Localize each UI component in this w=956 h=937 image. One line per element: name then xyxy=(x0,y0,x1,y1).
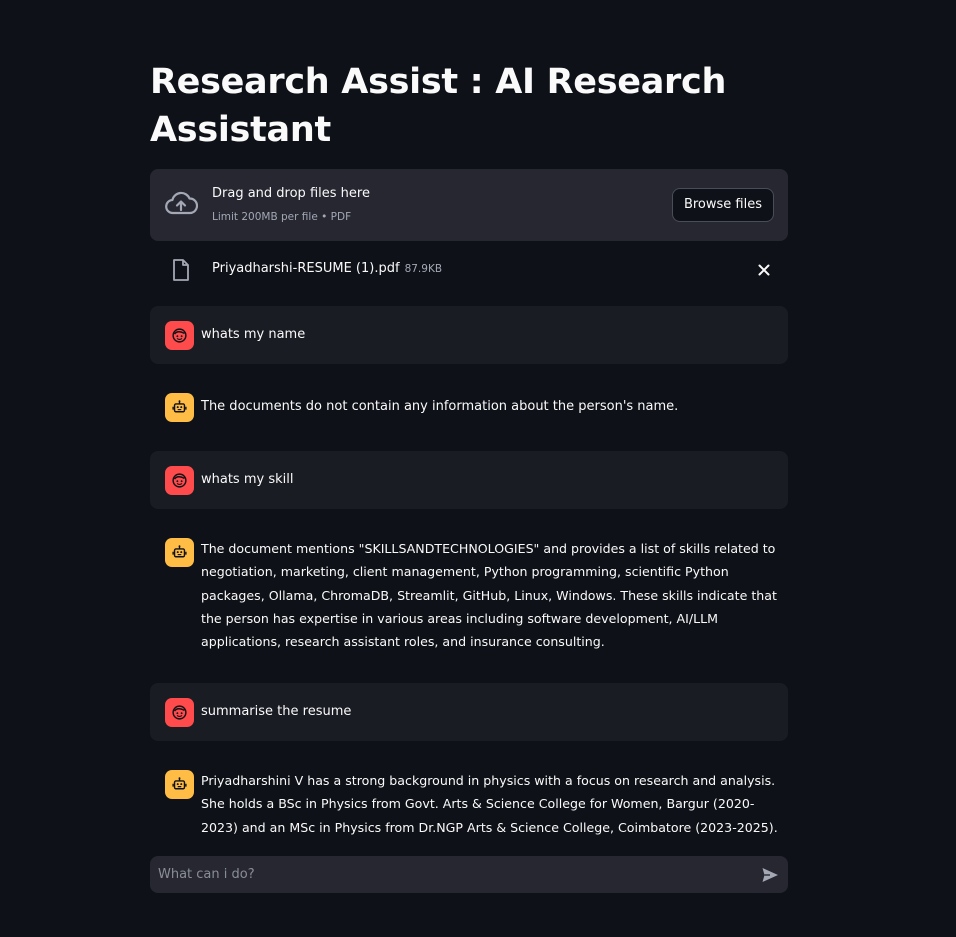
close-icon[interactable] xyxy=(754,260,774,280)
user-avatar-icon xyxy=(165,698,194,727)
app-root: Research Assist : AI Research Assistant … xyxy=(0,0,956,937)
dropzone-instructions: Drag and drop files here xyxy=(212,186,370,201)
file-icon xyxy=(170,258,192,282)
message-text: Priyadharshini V has a strong background… xyxy=(201,773,778,835)
message-text: The documents do not contain any informa… xyxy=(201,399,679,414)
user-avatar-icon xyxy=(165,321,194,350)
send-icon[interactable] xyxy=(760,865,780,885)
robot-avatar-icon xyxy=(165,393,194,422)
message-text: summarise the resume xyxy=(201,704,352,719)
message-text: The document mentions "SKILLSANDTECHNOLO… xyxy=(201,541,777,650)
chat-input-bar xyxy=(150,856,788,893)
dropzone-limit-text: Limit 200MB per file • PDF xyxy=(212,211,352,223)
chat-message-user: whats my name xyxy=(150,306,788,364)
uploaded-file-row: Priyadharshi-RESUME (1).pdf 87.9KB xyxy=(150,250,788,290)
chat-message-assistant: Priyadharshini V has a strong background… xyxy=(150,755,788,841)
message-text: whats my skill xyxy=(201,472,294,487)
file-size: 87.9KB xyxy=(404,263,443,275)
browse-files-button[interactable]: Browse files xyxy=(671,188,774,222)
chat-message-user: summarise the resume xyxy=(150,683,788,741)
message-text: whats my name xyxy=(201,327,306,342)
file-uploader-dropzone[interactable]: Drag and drop files here Limit 200MB per… xyxy=(150,169,788,241)
robot-avatar-icon xyxy=(165,770,194,799)
robot-avatar-icon xyxy=(165,538,194,567)
page-title: Research Assist : AI Research Assistant xyxy=(150,62,727,150)
chat-message-assistant: The documents do not contain any informa… xyxy=(150,378,788,436)
file-name-text: Priyadharshi-RESUME (1).pdf xyxy=(212,261,400,276)
uploaded-file-name: Priyadharshi-RESUME (1).pdf 87.9KB xyxy=(212,261,442,276)
cloud-upload-icon xyxy=(164,189,199,219)
chat-message-user: whats my skill xyxy=(150,451,788,509)
user-avatar-icon xyxy=(165,466,194,495)
chat-input-field[interactable] xyxy=(150,856,740,893)
chat-message-assistant: The document mentions "SKILLSANDTECHNOLO… xyxy=(150,523,788,669)
